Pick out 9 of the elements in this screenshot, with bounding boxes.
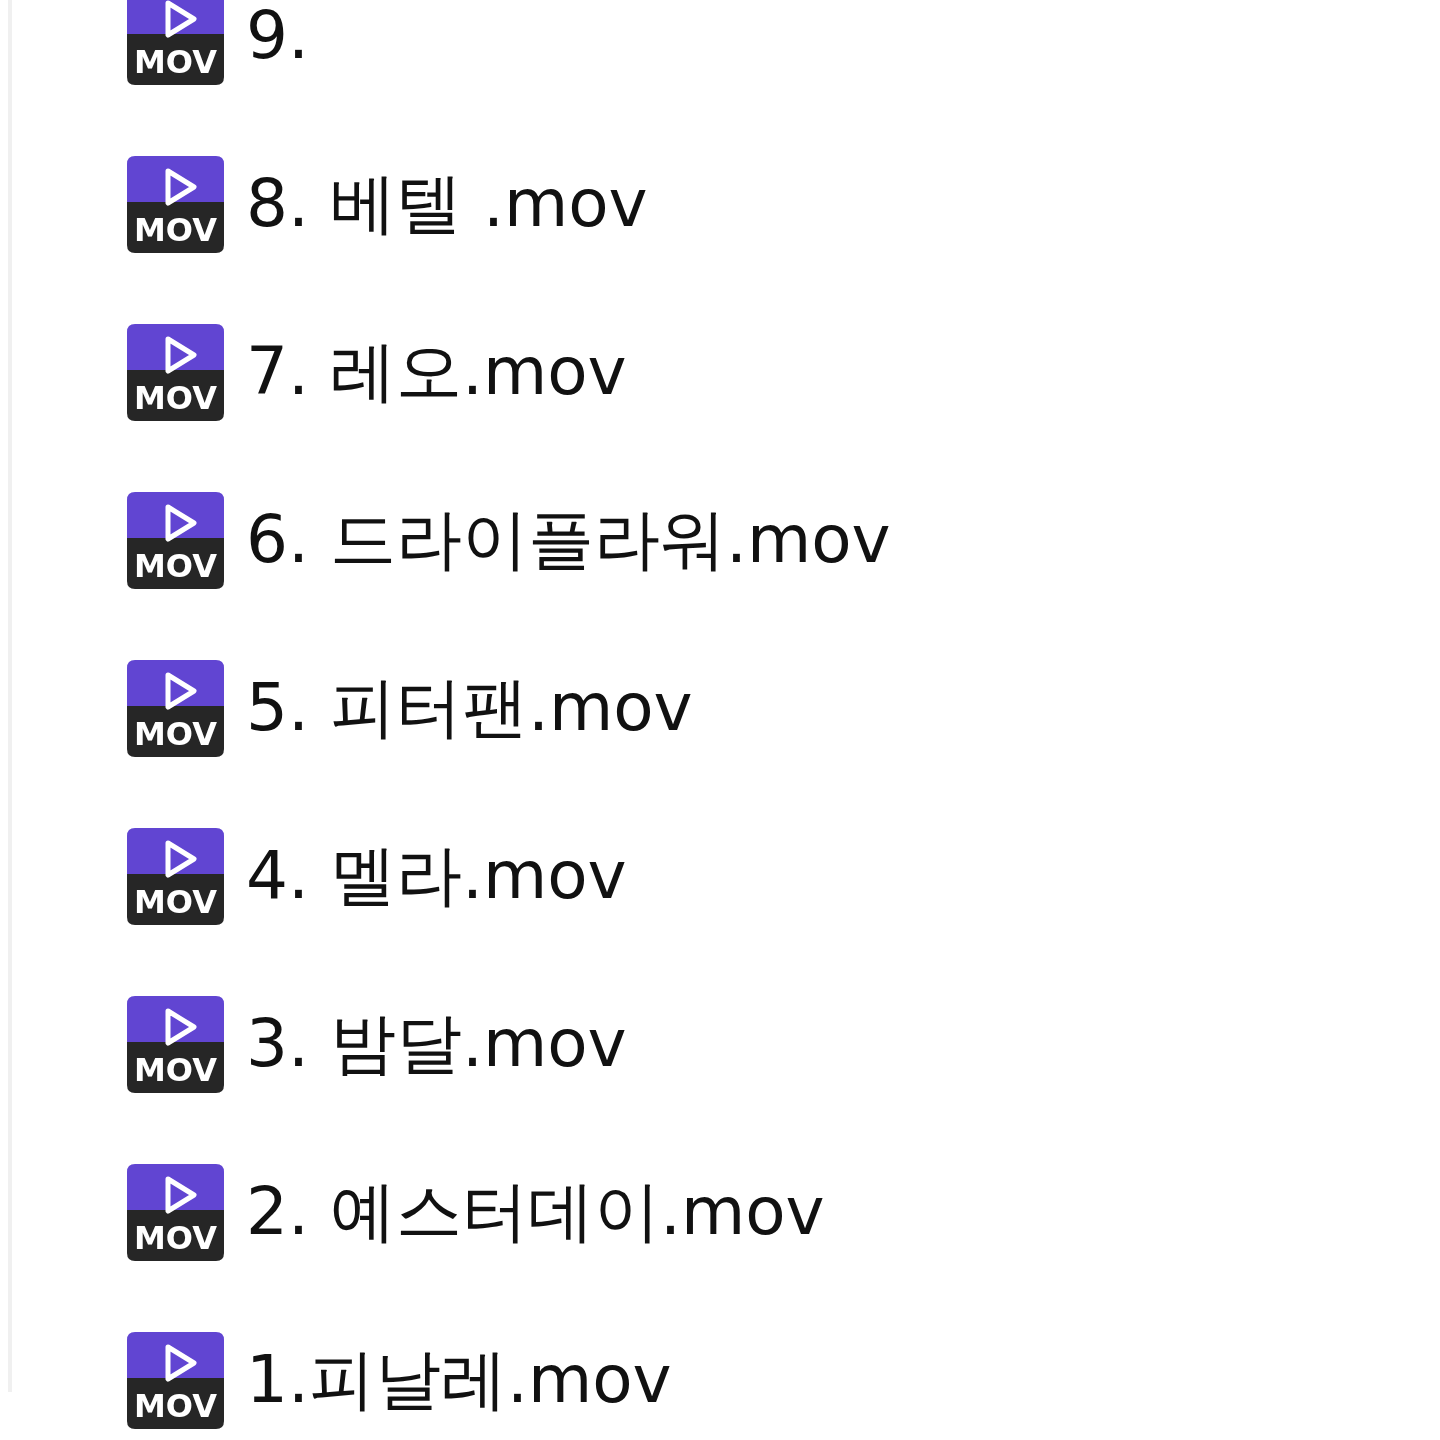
file-name[interactable]: 9. — [246, 0, 309, 73]
file-name[interactable]: 4. 멜라.mov — [246, 839, 627, 913]
file-name[interactable]: 7. 레오.mov — [246, 335, 627, 409]
file-name[interactable]: 3. 밤달.mov — [246, 1007, 627, 1081]
file-name[interactable]: 1.피날레.mov — [246, 1343, 672, 1417]
file-name[interactable]: 2. 예스터데이.mov — [246, 1175, 825, 1249]
file-name[interactable]: 6. 드라이플라워.mov — [246, 503, 891, 577]
file-name[interactable]: 5. 피터팬.mov — [246, 671, 693, 745]
file-name[interactable]: 8. 베텔 .mov — [246, 167, 648, 241]
